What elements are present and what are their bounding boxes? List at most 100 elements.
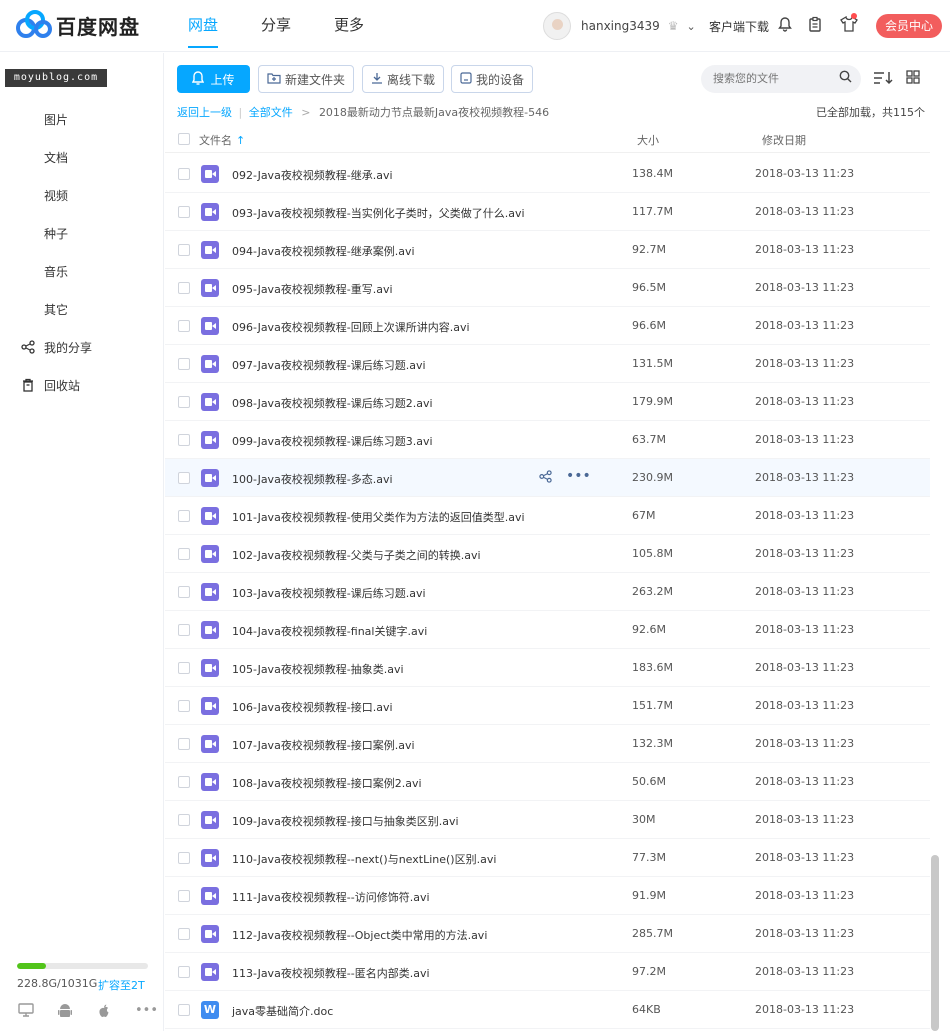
android-icon[interactable] <box>57 1003 73 1019</box>
row-checkbox[interactable] <box>178 890 190 902</box>
row-checkbox[interactable] <box>178 700 190 712</box>
row-checkbox[interactable] <box>178 928 190 940</box>
file-name[interactable]: java零基础简介.doc <box>232 1003 333 1019</box>
row-checkbox[interactable] <box>178 472 190 484</box>
row-checkbox[interactable] <box>178 320 190 332</box>
table-row[interactable]: 103-Java夜校视频教程-课后练习题.avi 263.2M 2018-03-… <box>165 573 930 611</box>
bell-icon[interactable] <box>776 16 794 34</box>
sidebar-item-recycle-bin[interactable]: 回收站 <box>44 377 80 394</box>
table-row[interactable]: 094-Java夜校视频教程-继承案例.avi 92.7M 2018-03-13… <box>165 231 930 269</box>
row-checkbox[interactable] <box>178 662 190 674</box>
row-checkbox[interactable] <box>178 852 190 864</box>
row-checkbox[interactable] <box>178 814 190 826</box>
file-name[interactable]: 112-Java夜校视频教程--Object类中常用的方法.avi <box>232 927 487 943</box>
row-checkbox[interactable] <box>178 548 190 560</box>
sidebar-item-my-share[interactable]: 我的分享 <box>44 339 92 356</box>
upload-button[interactable]: 上传 <box>177 65 250 93</box>
apple-icon[interactable] <box>96 1003 112 1019</box>
file-name[interactable]: 101-Java夜校视频教程-使用父类作为方法的返回值类型.avi <box>232 509 525 525</box>
row-checkbox[interactable] <box>178 244 190 256</box>
offline-download-button[interactable]: 离线下载 <box>362 65 445 93</box>
breadcrumb-all-files[interactable]: 全部文件 <box>249 106 293 119</box>
row-checkbox[interactable] <box>178 434 190 446</box>
scrollbar[interactable] <box>931 855 939 1031</box>
row-checkbox[interactable] <box>178 776 190 788</box>
file-name[interactable]: 110-Java夜校视频教程--next()与nextLine()区别.avi <box>232 851 496 867</box>
table-row[interactable]: 093-Java夜校视频教程-当实例化子类时，父类做了什么.avi 117.7M… <box>165 193 930 231</box>
breadcrumb-back[interactable]: 返回上一级 <box>177 106 232 119</box>
file-name[interactable]: 113-Java夜校视频教程--匿名内部类.avi <box>232 965 430 981</box>
search-icon[interactable] <box>839 70 852 87</box>
file-name[interactable]: 095-Java夜校视频教程-重写.avi <box>232 281 393 297</box>
table-row[interactable]: 100-Java夜校视频教程-多态.avi ••• 230.9M 2018-03… <box>165 459 930 497</box>
file-name[interactable]: 098-Java夜校视频教程-课后练习题2.avi <box>232 395 433 411</box>
sidebar-item-images[interactable]: 图片 <box>44 111 68 128</box>
my-devices-button[interactable]: 我的设备 <box>451 65 534 93</box>
file-name[interactable]: 097-Java夜校视频教程-课后练习题.avi <box>232 357 426 373</box>
select-all-checkbox[interactable] <box>178 133 190 145</box>
table-row[interactable]: 098-Java夜校视频教程-课后练习题2.avi 179.9M 2018-03… <box>165 383 930 421</box>
table-row[interactable]: 099-Java夜校视频教程-课后练习题3.avi 63.7M 2018-03-… <box>165 421 930 459</box>
file-name[interactable]: 104-Java夜校视频教程-final关键字.avi <box>232 623 427 639</box>
chevron-down-icon[interactable]: ⌄ <box>687 20 696 33</box>
column-name[interactable]: 文件名 ↑ <box>199 132 245 148</box>
sidebar-item-documents[interactable]: 文档 <box>44 149 68 166</box>
file-name[interactable]: 102-Java夜校视频教程-父类与子类之间的转换.avi <box>232 547 481 563</box>
clipboard-icon[interactable] <box>806 16 824 34</box>
table-row[interactable]: 106-Java夜校视频教程-接口.avi 151.7M 2018-03-13 … <box>165 687 930 725</box>
desktop-icon[interactable] <box>18 1003 34 1019</box>
row-checkbox[interactable] <box>178 966 190 978</box>
client-download-link[interactable]: 客户端下载 <box>709 18 769 35</box>
table-row[interactable]: 112-Java夜校视频教程--Object类中常用的方法.avi 285.7M… <box>165 915 930 953</box>
file-name[interactable]: 103-Java夜校视频教程-课后练习题.avi <box>232 585 426 601</box>
file-name[interactable]: 100-Java夜校视频教程-多态.avi <box>232 471 393 487</box>
row-checkbox[interactable] <box>178 586 190 598</box>
nav-more[interactable]: 更多 <box>334 0 407 52</box>
row-checkbox[interactable] <box>178 624 190 636</box>
table-row[interactable]: 097-Java夜校视频教程-课后练习题.avi 131.5M 2018-03-… <box>165 345 930 383</box>
grid-view-icon[interactable] <box>906 70 920 88</box>
file-name[interactable]: 096-Java夜校视频教程-回顾上次课所讲内容.avi <box>232 319 470 335</box>
table-row[interactable]: 102-Java夜校视频教程-父类与子类之间的转换.avi 105.8M 201… <box>165 535 930 573</box>
row-checkbox[interactable] <box>178 358 190 370</box>
row-checkbox[interactable] <box>178 510 190 522</box>
file-name[interactable]: 107-Java夜校视频教程-接口案例.avi <box>232 737 415 753</box>
table-row[interactable]: 095-Java夜校视频教程-重写.avi 96.5M 2018-03-13 1… <box>165 269 930 307</box>
file-name[interactable]: 092-Java夜校视频教程-继承.avi <box>232 167 393 183</box>
avatar[interactable] <box>543 12 571 40</box>
table-row[interactable]: 109-Java夜校视频教程-接口与抽象类区别.avi 30M 2018-03-… <box>165 801 930 839</box>
column-size[interactable]: 大小 <box>637 132 659 148</box>
row-checkbox[interactable] <box>178 282 190 294</box>
user-menu[interactable]: hanxing3439 ♛ ⌄ <box>543 12 696 40</box>
file-name[interactable]: 106-Java夜校视频教程-接口.avi <box>232 699 393 715</box>
file-name[interactable]: 094-Java夜校视频教程-继承案例.avi <box>232 243 415 259</box>
file-name[interactable]: 105-Java夜校视频教程-抽象类.avi <box>232 661 404 677</box>
new-folder-button[interactable]: 新建文件夹 <box>258 65 355 93</box>
table-row[interactable]: 113-Java夜校视频教程--匿名内部类.avi 97.2M 2018-03-… <box>165 953 930 991</box>
row-checkbox[interactable] <box>178 738 190 750</box>
file-name[interactable]: 108-Java夜校视频教程-接口案例2.avi <box>232 775 422 791</box>
vip-center-button[interactable]: 会员中心 <box>876 14 942 38</box>
share-icon[interactable] <box>539 470 552 486</box>
table-row[interactable]: 110-Java夜校视频教程--next()与nextLine()区别.avi … <box>165 839 930 877</box>
file-name[interactable]: 093-Java夜校视频教程-当实例化子类时，父类做了什么.avi <box>232 205 525 221</box>
logo[interactable]: 百度网盘 <box>16 10 140 40</box>
column-date[interactable]: 修改日期 <box>762 132 806 148</box>
sort-list-icon[interactable] <box>873 70 893 90</box>
table-row[interactable]: 108-Java夜校视频教程-接口案例2.avi 50.6M 2018-03-1… <box>165 763 930 801</box>
row-checkbox[interactable] <box>178 206 190 218</box>
sidebar-item-videos[interactable]: 视频 <box>44 187 68 204</box>
table-row[interactable]: 107-Java夜校视频教程-接口案例.avi 132.3M 2018-03-1… <box>165 725 930 763</box>
table-row[interactable]: 096-Java夜校视频教程-回顾上次课所讲内容.avi 96.6M 2018-… <box>165 307 930 345</box>
sidebar-item-torrents[interactable]: 种子 <box>44 225 68 242</box>
file-name[interactable]: 109-Java夜校视频教程-接口与抽象类区别.avi <box>232 813 459 829</box>
search-input[interactable] <box>701 65 861 93</box>
table-row[interactable]: 104-Java夜校视频教程-final关键字.avi 92.6M 2018-0… <box>165 611 930 649</box>
row-checkbox[interactable] <box>178 168 190 180</box>
nav-netdisk[interactable]: 网盘 <box>188 0 261 52</box>
nav-share[interactable]: 分享 <box>261 0 334 52</box>
row-checkbox[interactable] <box>178 1004 190 1016</box>
table-row[interactable]: 105-Java夜校视频教程-抽象类.avi 183.6M 2018-03-13… <box>165 649 930 687</box>
table-row[interactable]: 111-Java夜校视频教程--访问修饰符.avi 91.9M 2018-03-… <box>165 877 930 915</box>
table-row[interactable]: W java零基础简介.doc 64KB 2018-03-13 11:23 <box>165 991 930 1029</box>
